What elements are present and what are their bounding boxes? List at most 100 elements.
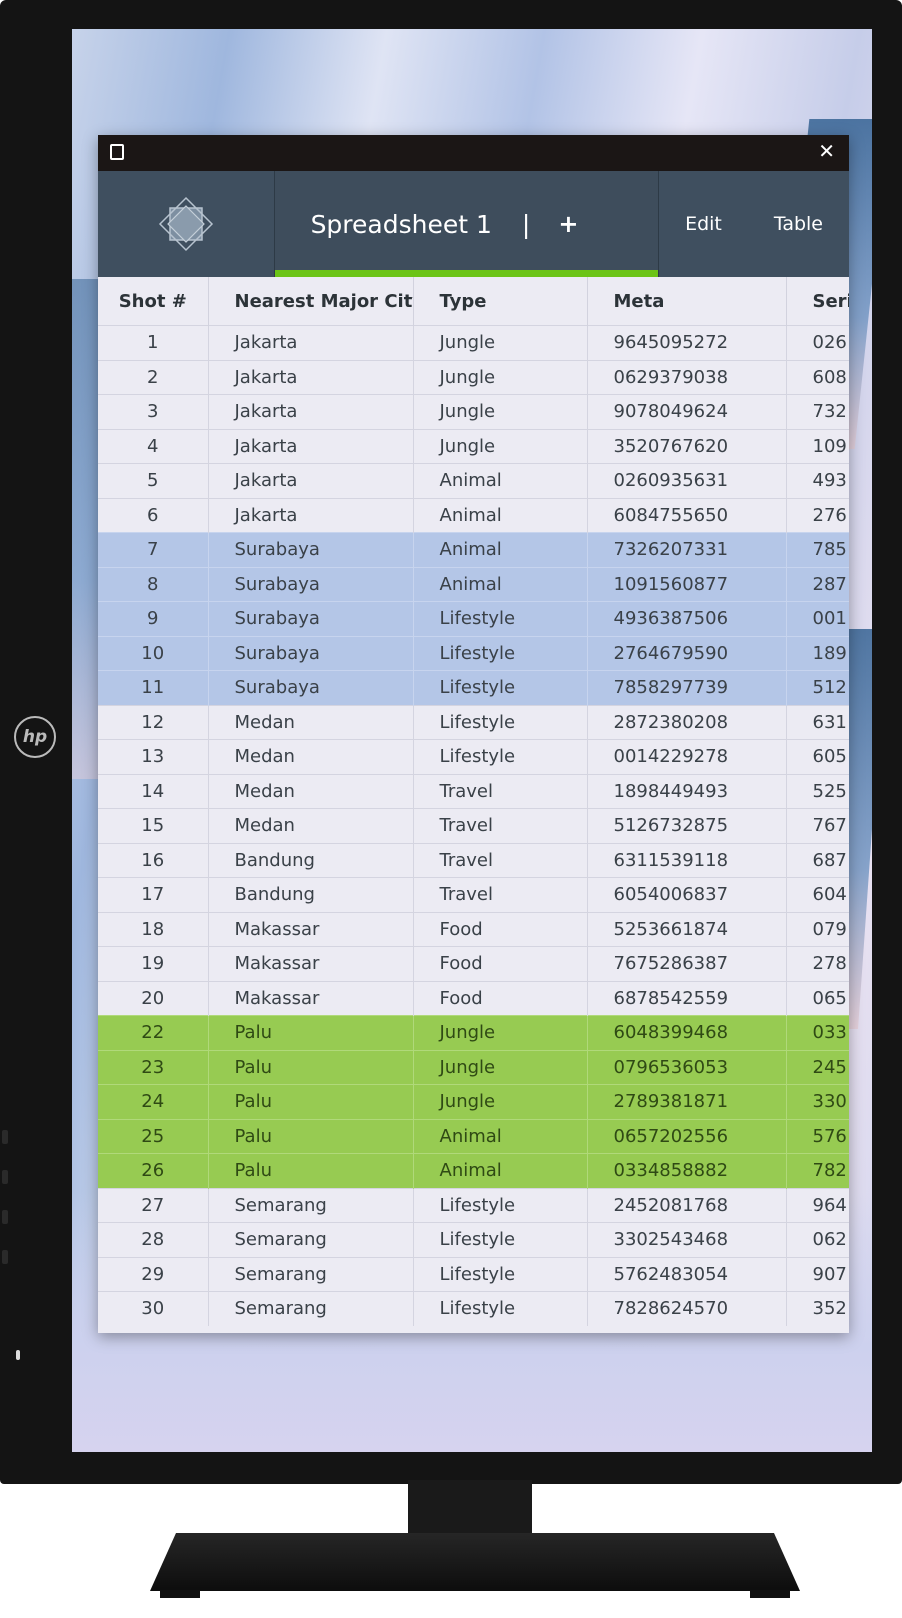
cell-serial[interactable]: 493 xyxy=(786,463,849,498)
monitor-button[interactable] xyxy=(2,1250,8,1264)
cell-city[interactable]: Palu xyxy=(208,1118,414,1154)
cell-serial[interactable]: 278 xyxy=(786,946,849,981)
cell-meta[interactable]: 3302543468 xyxy=(587,1222,787,1257)
column-header-shot[interactable]: Shot # xyxy=(98,277,209,326)
table-row[interactable]: 5 Jakarta Animal 0260935631 493 xyxy=(98,463,849,498)
cell-meta[interactable]: 6054006837 xyxy=(587,877,787,912)
cell-shot[interactable]: 28 xyxy=(98,1222,209,1257)
cell-shot[interactable]: 2 xyxy=(98,359,209,395)
cell-type[interactable]: Lifestyle xyxy=(413,1222,588,1257)
cell-type[interactable]: Lifestyle xyxy=(413,704,588,740)
cell-meta[interactable]: 7326207331 xyxy=(587,532,787,567)
cell-serial[interactable]: 964 xyxy=(786,1187,849,1223)
table-row[interactable]: 9 Surabaya Lifestyle 4936387506 001 xyxy=(98,601,849,636)
cell-meta[interactable]: 0260935631 xyxy=(587,463,787,498)
cell-type[interactable]: Food xyxy=(413,911,588,947)
cell-type[interactable]: Food xyxy=(413,980,588,1016)
table-row[interactable]: 20 Makassar Food 6878542559 065 xyxy=(98,980,849,1016)
cell-meta[interactable]: 0629379038 xyxy=(587,359,787,395)
cell-type[interactable]: Animal xyxy=(413,566,588,602)
table-row[interactable]: 11 Surabaya Lifestyle 7858297739 512 xyxy=(98,670,849,705)
cell-type[interactable]: Animal xyxy=(413,532,588,567)
table-row[interactable]: 30 Semarang Lifestyle 7828624570 352 xyxy=(98,1291,849,1326)
cell-meta[interactable]: 9645095272 xyxy=(587,325,787,360)
cell-meta[interactable]: 0796536053 xyxy=(587,1049,787,1085)
cell-type[interactable]: Lifestyle xyxy=(413,601,588,636)
cell-serial[interactable]: 065 xyxy=(786,980,849,1016)
cell-serial[interactable]: 033 xyxy=(786,1015,849,1050)
cell-type[interactable]: Animal xyxy=(413,497,588,533)
cell-meta[interactable]: 5126732875 xyxy=(587,808,787,843)
add-tab-button[interactable]: + xyxy=(558,210,578,238)
cell-meta[interactable]: 3520767620 xyxy=(587,428,787,464)
cell-meta[interactable]: 2789381871 xyxy=(587,1084,787,1119)
cell-serial[interactable]: 576 xyxy=(786,1118,849,1154)
table-row[interactable]: 28 Semarang Lifestyle 3302543468 062 xyxy=(98,1222,849,1257)
table-row[interactable]: 16 Bandung Travel 6311539118 687 xyxy=(98,842,849,878)
cell-type[interactable]: Lifestyle xyxy=(413,635,588,671)
cell-city[interactable]: Surabaya xyxy=(208,635,414,671)
cell-type[interactable]: Lifestyle xyxy=(413,739,588,774)
cell-meta[interactable]: 1898449493 xyxy=(587,773,787,809)
cell-type[interactable]: Jungle xyxy=(413,325,588,360)
cell-type[interactable]: Travel xyxy=(413,877,588,912)
cell-type[interactable]: Jungle xyxy=(413,1015,588,1050)
cell-city[interactable]: Semarang xyxy=(208,1256,414,1292)
cell-city[interactable]: Medan xyxy=(208,773,414,809)
cell-type[interactable]: Animal xyxy=(413,1118,588,1154)
tab-spreadsheet-1[interactable]: Spreadsheet 1 | + xyxy=(274,171,660,277)
cell-city[interactable]: Surabaya xyxy=(208,601,414,636)
cell-type[interactable]: Travel xyxy=(413,773,588,809)
cell-city[interactable]: Medan xyxy=(208,739,414,774)
cell-meta[interactable]: 0334858882 xyxy=(587,1153,787,1188)
cell-city[interactable]: Semarang xyxy=(208,1222,414,1257)
cell-city[interactable]: Semarang xyxy=(208,1291,414,1326)
app-logo[interactable] xyxy=(98,171,275,277)
cell-serial[interactable]: 079 xyxy=(786,911,849,947)
cell-type[interactable]: Jungle xyxy=(413,428,588,464)
table-row[interactable]: 19 Makassar Food 7675286387 278 xyxy=(98,946,849,981)
cell-serial[interactable]: 687 xyxy=(786,842,849,878)
cell-shot[interactable]: 29 xyxy=(98,1256,209,1292)
monitor-button[interactable] xyxy=(2,1130,8,1144)
table-row[interactable]: 26 Palu Animal 0334858882 782 xyxy=(98,1153,849,1188)
cell-meta[interactable]: 5762483054 xyxy=(587,1256,787,1292)
table-row[interactable]: 12 Medan Lifestyle 2872380208 631 xyxy=(98,704,849,740)
cell-city[interactable]: Bandung xyxy=(208,877,414,912)
cell-shot[interactable]: 1 xyxy=(98,325,209,360)
cell-meta[interactable]: 2872380208 xyxy=(587,704,787,740)
cell-type[interactable]: Jungle xyxy=(413,359,588,395)
cell-shot[interactable]: 10 xyxy=(98,635,209,671)
cell-serial[interactable]: 062 xyxy=(786,1222,849,1257)
cell-shot[interactable]: 4 xyxy=(98,428,209,464)
cell-serial[interactable]: 330 xyxy=(786,1084,849,1119)
table-row[interactable]: 15 Medan Travel 5126732875 767 xyxy=(98,808,849,843)
cell-shot[interactable]: 9 xyxy=(98,601,209,636)
cell-shot[interactable]: 8 xyxy=(98,566,209,602)
cell-type[interactable]: Lifestyle xyxy=(413,1187,588,1223)
cell-meta[interactable]: 0014229278 xyxy=(587,739,787,774)
cell-shot[interactable]: 20 xyxy=(98,980,209,1016)
cell-meta[interactable]: 6048399468 xyxy=(587,1015,787,1050)
cell-type[interactable]: Food xyxy=(413,946,588,981)
cell-meta[interactable]: 6878542559 xyxy=(587,980,787,1016)
table-row[interactable]: 22 Palu Jungle 6048399468 033 xyxy=(98,1015,849,1050)
table-row[interactable]: 7 Surabaya Animal 7326207331 785 xyxy=(98,532,849,567)
monitor-button[interactable] xyxy=(2,1210,8,1224)
cell-shot[interactable]: 27 xyxy=(98,1187,209,1223)
table-row[interactable]: 4 Jakarta Jungle 3520767620 109 xyxy=(98,428,849,464)
table-row[interactable]: 25 Palu Animal 0657202556 576 xyxy=(98,1118,849,1154)
cell-city[interactable]: Medan xyxy=(208,808,414,843)
cell-shot[interactable]: 12 xyxy=(98,704,209,740)
cell-meta[interactable]: 0657202556 xyxy=(587,1118,787,1154)
cell-shot[interactable]: 13 xyxy=(98,739,209,774)
cell-serial[interactable]: 907 xyxy=(786,1256,849,1292)
cell-city[interactable]: Jakarta xyxy=(208,497,414,533)
cell-city[interactable]: Surabaya xyxy=(208,566,414,602)
column-header-type[interactable]: Type xyxy=(413,277,588,326)
table-row[interactable]: 14 Medan Travel 1898449493 525 xyxy=(98,773,849,809)
cell-serial[interactable]: 109 xyxy=(786,428,849,464)
cell-type[interactable]: Travel xyxy=(413,808,588,843)
monitor-button[interactable] xyxy=(2,1170,8,1184)
cell-type[interactable]: Animal xyxy=(413,463,588,498)
